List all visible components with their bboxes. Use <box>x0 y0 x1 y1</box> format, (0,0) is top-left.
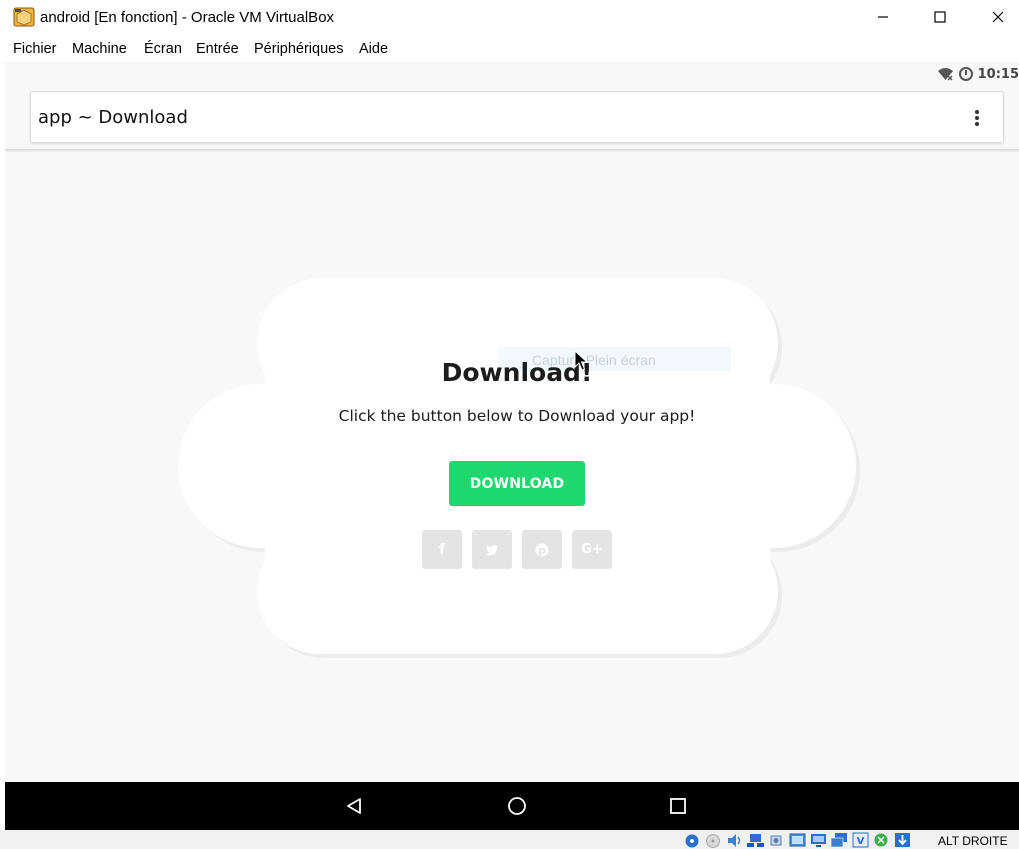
page-title: app ~ Download <box>38 107 188 128</box>
menu-bar: Fichier Machine Écran Entrée Périphériqu… <box>0 37 1019 62</box>
menu-fichier[interactable]: Fichier <box>13 41 57 57</box>
virtualization-icon[interactable]: V <box>851 832 870 848</box>
twitter-share-button[interactable] <box>472 530 512 569</box>
overflow-menu-icon[interactable] <box>967 108 987 128</box>
virtualbox-status-bar: V ALT DROITE <box>0 830 1019 849</box>
video-capture-icon[interactable] <box>830 832 849 848</box>
minimize-button[interactable] <box>860 0 906 34</box>
hard-disk-icon[interactable] <box>683 832 702 848</box>
host-key-label: ALT DROITE <box>938 834 1008 848</box>
mouse-integration-icon[interactable] <box>872 832 891 848</box>
close-button[interactable] <box>975 0 1019 34</box>
svg-text:p: p <box>538 544 546 557</box>
pinterest-share-button[interactable]: p <box>522 530 562 569</box>
address-bar[interactable]: app ~ Download <box>30 91 1004 143</box>
audio-icon[interactable] <box>725 832 744 848</box>
download-subtext: Click the button below to Download your … <box>338 407 696 425</box>
android-nav-bar <box>5 782 1019 830</box>
svg-text:V: V <box>857 836 865 847</box>
recents-button[interactable] <box>664 792 692 820</box>
keyboard-capture-icon[interactable] <box>893 832 912 848</box>
download-button[interactable]: DOWNLOAD <box>449 461 585 506</box>
title-bar: android [En fonction] - Oracle VM Virtua… <box>0 0 1019 34</box>
window-title: android [En fonction] - Oracle VM Virtua… <box>40 9 335 26</box>
virtualbox-window: android [En fonction] - Oracle VM Virtua… <box>0 0 1019 849</box>
close-icon <box>992 11 1004 23</box>
facebook-share-button[interactable]: f <box>422 530 462 569</box>
menu-entree[interactable]: Entrée <box>196 41 239 57</box>
home-icon <box>508 797 526 815</box>
download-heading: Download! <box>441 358 593 387</box>
home-button[interactable] <box>503 792 531 820</box>
android-status-bar: 10:15 <box>5 62 1019 86</box>
maximize-icon <box>934 11 946 23</box>
maximize-button[interactable] <box>917 0 963 34</box>
mouse-cursor-icon <box>574 349 589 377</box>
guest-screen[interactable]: 10:15 app ~ Download Capture Plein écran… <box>5 62 1019 830</box>
menu-aide[interactable]: Aide <box>359 41 388 57</box>
minimize-icon <box>878 16 888 18</box>
wifi-off-icon <box>937 68 953 81</box>
recents-icon <box>670 798 686 814</box>
data-saver-icon <box>958 67 973 81</box>
shared-folders-icon[interactable] <box>788 832 807 848</box>
display-icon[interactable] <box>809 832 828 848</box>
google-plus-icon: G+ <box>581 542 603 557</box>
status-time: 10:15 <box>977 66 1019 82</box>
pinterest-icon: p <box>535 543 549 557</box>
menu-ecran[interactable]: Écran <box>144 41 182 57</box>
back-icon <box>347 798 361 814</box>
menu-peripheriques[interactable]: Périphériques <box>254 41 343 57</box>
facebook-icon: f <box>438 541 446 558</box>
usb-icon[interactable] <box>767 832 786 848</box>
status-tray: V <box>683 832 912 848</box>
virtualbox-icon <box>13 7 35 27</box>
optical-drive-icon[interactable] <box>704 832 723 848</box>
network-icon[interactable] <box>746 832 765 848</box>
twitter-icon <box>485 544 498 555</box>
toolbar-shadow <box>5 149 1019 152</box>
back-button[interactable] <box>340 792 368 820</box>
google-plus-share-button[interactable]: G+ <box>572 530 612 569</box>
menu-machine[interactable]: Machine <box>72 41 127 57</box>
